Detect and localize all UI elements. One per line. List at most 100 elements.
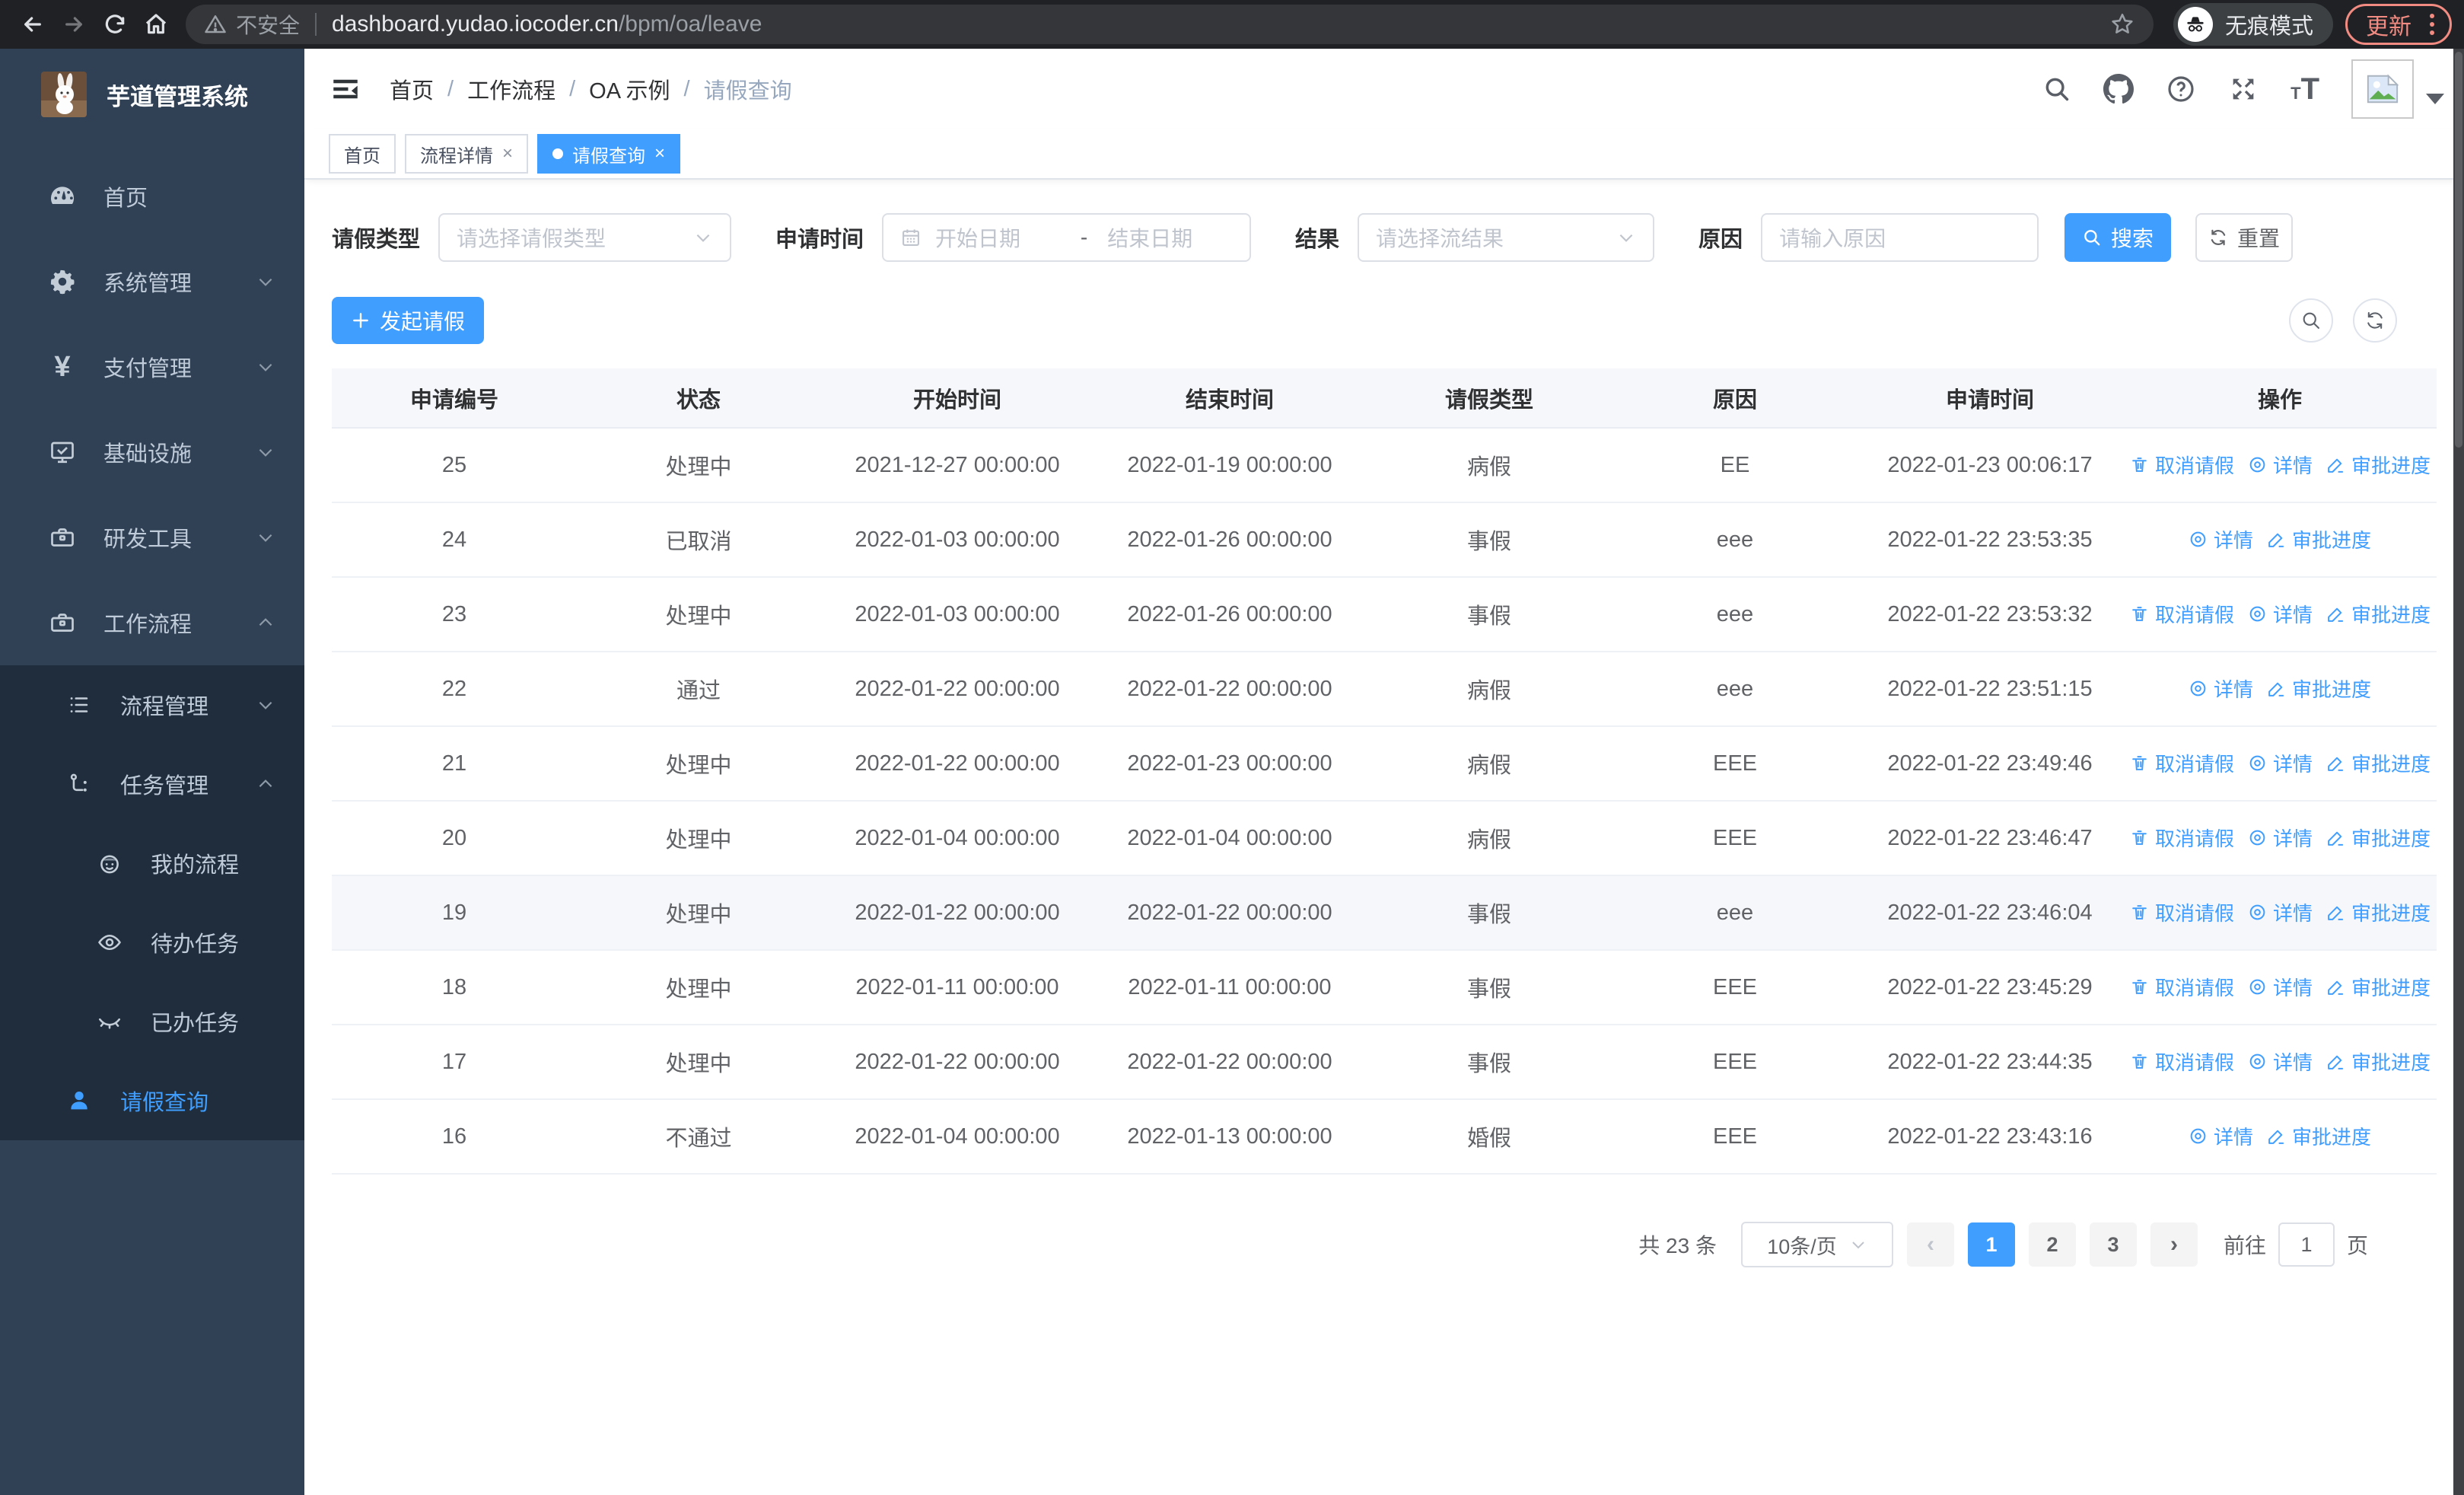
breadcrumb-workflow[interactable]: 工作流程 (467, 73, 556, 105)
detail-action-link[interactable]: 详情 (2248, 749, 2313, 777)
sidebar-item-workflow[interactable]: 工作流程 (0, 580, 304, 665)
close-icon[interactable]: × (654, 143, 665, 164)
github-icon[interactable] (2103, 74, 2135, 104)
sidebar-item-system[interactable]: 系统管理 (0, 239, 304, 324)
cancel-action-link[interactable]: 取消请假 (2130, 600, 2234, 628)
sidebar-item-todo-tasks[interactable]: 待办任务 (0, 903, 304, 982)
col-apply-time: 申请时间 (1857, 368, 2123, 429)
actions-cell: 取消请假 详情 审批进度 (2123, 801, 2437, 876)
browser-update-button[interactable]: 更新 (2345, 4, 2452, 45)
progress-action-link[interactable]: 审批进度 (2326, 451, 2431, 479)
progress-action-link[interactable]: 审批进度 (2326, 1047, 2431, 1076)
fullscreen-icon[interactable] (2228, 74, 2259, 104)
table-row: 21 处理中 2022-01-22 00:00:00 2022-01-23 00:00… (332, 726, 2437, 802)
view-icon (2249, 606, 2265, 621)
cancel-action-link[interactable]: 取消请假 (2130, 451, 2234, 479)
bookmark-star-icon[interactable] (2109, 11, 2135, 37)
security-chip[interactable]: 不安全 (204, 9, 300, 40)
detail-action-link[interactable]: 详情 (2248, 1047, 2313, 1076)
col-status: 状态 (577, 368, 820, 429)
user-menu[interactable] (2351, 59, 2444, 119)
scrollbar-thumb[interactable] (2455, 52, 2462, 448)
help-icon[interactable] (2166, 74, 2196, 104)
browser-home-icon[interactable] (135, 4, 177, 45)
sidebar-item-leave-query[interactable]: 请假查询 (0, 1061, 304, 1140)
browser-forward-icon[interactable] (53, 4, 94, 45)
cancel-action-link[interactable]: 取消请假 (2130, 824, 2234, 852)
detail-action-link[interactable]: 详情 (2248, 600, 2313, 628)
leave-type-cell: 事假 (1365, 502, 1613, 578)
sidebar-collapse-icon[interactable] (327, 71, 364, 107)
detail-action-link[interactable]: 详情 (2248, 824, 2313, 852)
detail-action-link[interactable]: 详情 (2248, 451, 2313, 479)
create-leave-button[interactable]: 发起请假 (332, 297, 484, 344)
browser-reload-icon[interactable] (94, 4, 135, 45)
detail-action-link[interactable]: 详情 (2189, 525, 2253, 553)
breadcrumb-oa-example[interactable]: OA 示例 (589, 73, 670, 105)
app-title: 芋道管理系统 (107, 83, 248, 110)
leave-type-select[interactable]: 请选择请假类型 (438, 213, 732, 262)
col-leave-type: 请假类型 (1365, 368, 1613, 429)
apply-time-range-picker[interactable]: 开始日期 - 结束日期 (882, 213, 1252, 262)
browser-scrollbar[interactable] (2453, 49, 2464, 1495)
breadcrumb: 首页 / 工作流程 / OA 示例 / 请假查询 (390, 73, 792, 105)
result-select[interactable]: 请选择流结果 (1358, 213, 1655, 262)
browser-menu-icon[interactable] (2425, 14, 2439, 35)
progress-action-link[interactable]: 审批进度 (2326, 973, 2431, 1001)
sidebar-item-task-mgmt[interactable]: 任务管理 (0, 744, 304, 824)
page-button-3[interactable]: 3 (2089, 1222, 2137, 1267)
jump-page-input[interactable]: 1 (2278, 1222, 2335, 1267)
cancel-action-link[interactable]: 取消请假 (2130, 898, 2234, 926)
cancel-action-link[interactable]: 取消请假 (2130, 1047, 2234, 1076)
detail-action-link[interactable]: 详情 (2248, 898, 2313, 926)
breadcrumb-home[interactable]: 首页 (390, 73, 434, 105)
sidebar-item-home[interactable]: 首页 (0, 154, 304, 239)
sidebar-item-my-process[interactable]: 我的流程 (0, 824, 304, 903)
tab-process-detail[interactable]: 流程详情 × (405, 134, 529, 174)
toggle-search-button[interactable] (2289, 298, 2333, 343)
search-button[interactable]: 搜索 (2064, 213, 2172, 262)
cancel-action-link[interactable]: 取消请假 (2130, 973, 2234, 1001)
incognito-badge: 无痕模式 (2173, 3, 2333, 46)
sidebar-item-process-mgmt[interactable]: 流程管理 (0, 665, 304, 744)
view-icon (2249, 979, 2265, 994)
detail-action-link[interactable]: 详情 (2248, 973, 2313, 1001)
page-button-2[interactable]: 2 (2028, 1222, 2076, 1267)
tab-home[interactable]: 首页 (329, 134, 396, 174)
header-search-icon[interactable] (2042, 75, 2071, 104)
leave-type-cell: 婚假 (1365, 1099, 1613, 1175)
progress-action-link[interactable]: 审批进度 (2267, 674, 2371, 703)
next-page-button[interactable]: › (2150, 1222, 2198, 1267)
progress-action-link[interactable]: 审批进度 (2326, 749, 2431, 777)
progress-action-link[interactable]: 审批进度 (2326, 824, 2431, 852)
prev-page-button[interactable]: ‹ (1906, 1222, 1954, 1267)
topbar: 首页 / 工作流程 / OA 示例 / 请假查询 TT (304, 49, 2464, 129)
detail-action-link[interactable]: 详情 (2189, 1122, 2253, 1150)
cancel-action-link[interactable]: 取消请假 (2130, 749, 2234, 777)
address-bar[interactable]: 不安全 dashboard.yudao.iocoder.cn/bpm/oa/le… (186, 5, 2154, 44)
chevron-up-icon (256, 774, 275, 794)
browser-back-icon[interactable] (12, 4, 53, 45)
sidebar: 芋道管理系统 首页 系统管理 ¥ 支付管理 基础设施 研发工具 工作流程 流程管… (0, 49, 304, 1495)
app-logo[interactable]: 芋道管理系统 (0, 49, 304, 140)
detail-action-link[interactable]: 详情 (2189, 674, 2253, 703)
page-button-1[interactable]: 1 (1967, 1222, 2015, 1267)
tab-leave-query[interactable]: 请假查询 × (537, 134, 681, 174)
refresh-table-button[interactable] (2353, 298, 2397, 343)
sidebar-item-devtools[interactable]: 研发工具 (0, 495, 304, 580)
start-time-cell: 2022-01-22 00:00:00 (820, 652, 1094, 727)
font-size-icon[interactable]: TT (2291, 72, 2319, 107)
sidebar-item-infra[interactable]: 基础设施 (0, 410, 304, 495)
chevron-down-icon (256, 695, 275, 715)
status-cell: 不通过 (577, 1099, 820, 1175)
reason-input[interactable]: 请输入原因 (1761, 213, 2039, 262)
progress-action-link[interactable]: 审批进度 (2267, 1122, 2371, 1150)
sidebar-item-payment[interactable]: ¥ 支付管理 (0, 324, 304, 410)
progress-action-link[interactable]: 审批进度 (2326, 898, 2431, 926)
page-size-select[interactable]: 10条/页 (1740, 1222, 1893, 1267)
close-icon[interactable]: × (502, 143, 513, 164)
progress-action-link[interactable]: 审批进度 (2267, 525, 2371, 553)
sidebar-item-done-tasks[interactable]: 已办任务 (0, 982, 304, 1061)
reset-button[interactable]: 重置 (2195, 213, 2294, 262)
progress-action-link[interactable]: 审批进度 (2326, 600, 2431, 628)
